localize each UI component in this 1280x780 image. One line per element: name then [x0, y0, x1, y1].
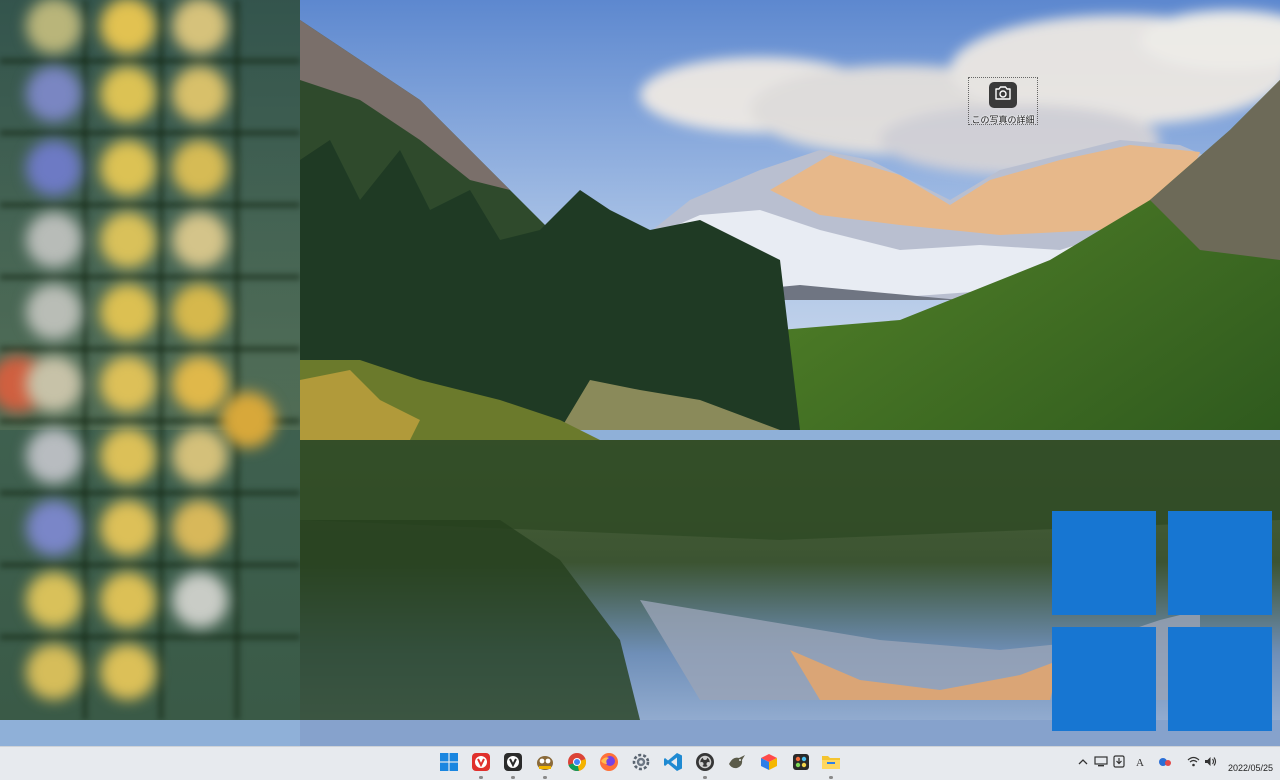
taskbar-app-gimp[interactable]	[534, 752, 556, 779]
taskbar-app-vivaldi[interactable]	[470, 752, 492, 779]
chevron-up-icon	[1078, 758, 1088, 769]
tray-download-button[interactable]	[1112, 755, 1126, 771]
tray-app-button[interactable]	[1158, 756, 1172, 770]
folder-icon	[821, 753, 841, 776]
obs-icon	[695, 752, 715, 777]
taskbar: A 2022/05/25	[0, 746, 1280, 780]
bird-icon	[727, 752, 747, 777]
taskbar-app-vscode[interactable]	[662, 752, 684, 777]
colorful-app-icon	[759, 752, 779, 777]
gear-icon	[632, 753, 650, 776]
dark-app-icon	[791, 752, 811, 777]
vivaldi-icon	[471, 752, 491, 777]
taskbar-app-obs[interactable]	[694, 752, 716, 779]
windows-start-icon	[440, 752, 458, 776]
photo-info-widget[interactable]: この写真の詳細	[968, 77, 1038, 125]
input-method-indicator[interactable]: A	[1133, 756, 1147, 770]
chrome-icon	[567, 752, 587, 777]
firefox-icon	[599, 752, 619, 777]
gimp-icon	[535, 752, 555, 777]
taskbar-app-dark[interactable]	[790, 753, 812, 775]
taskbar-app-chrome[interactable]	[566, 752, 588, 777]
vivaldi-snapshot-icon	[503, 752, 523, 777]
taskbar-app-vivaldi-snapshot[interactable]	[502, 752, 524, 779]
tray-display-button[interactable]	[1094, 756, 1108, 770]
taskbar-app-settings[interactable]	[630, 753, 652, 775]
taskbar-app-bird[interactable]	[726, 753, 748, 775]
cloud-app-icon	[1158, 756, 1172, 771]
photo-info-label: この写真の詳細	[971, 115, 1035, 125]
camera-button[interactable]	[989, 82, 1017, 108]
taskbar-app-firefox[interactable]	[598, 752, 620, 777]
monitor-icon	[1094, 756, 1108, 770]
input-method-label: A	[1136, 757, 1144, 769]
camera-icon	[994, 85, 1012, 106]
windows-logo	[1052, 511, 1272, 731]
taskbar-app-file-explorer[interactable]	[820, 753, 842, 779]
speaker-icon	[1204, 756, 1217, 770]
clock-date[interactable]: 2022/05/25	[1228, 763, 1273, 773]
blurred-app-panel	[0, 0, 300, 720]
show-hidden-icons-button[interactable]	[1076, 756, 1090, 770]
wifi-icon	[1187, 756, 1200, 770]
network-button[interactable]	[1186, 756, 1200, 770]
download-icon	[1113, 755, 1125, 771]
start-button[interactable]	[438, 752, 460, 776]
taskbar-app-colorful[interactable]	[758, 753, 780, 775]
volume-button[interactable]	[1203, 756, 1217, 770]
vscode-icon	[663, 752, 683, 777]
